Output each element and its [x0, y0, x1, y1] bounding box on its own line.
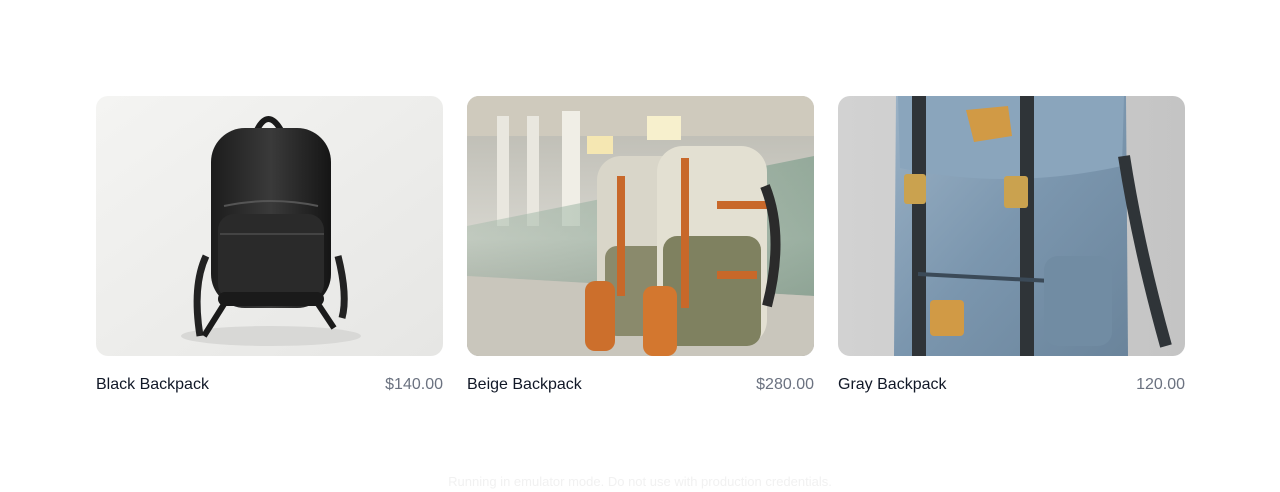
product-name[interactable]: Beige Backpack [467, 375, 582, 395]
emulator-notice: Running in emulator mode. Do not use wit… [448, 474, 832, 489]
product-name[interactable]: Black Backpack [96, 375, 209, 395]
product-meta: Black Backpack $140.00 [96, 375, 443, 395]
product-price: 120.00 [1136, 376, 1185, 393]
product-name[interactable]: Gray Backpack [838, 375, 946, 395]
black-backpack-photo [96, 96, 443, 356]
product-price: $140.00 [385, 376, 443, 393]
product-meta: Gray Backpack 120.00 [838, 375, 1185, 395]
product-price: $280.00 [756, 376, 814, 393]
gray-backpack-photo [838, 96, 1185, 356]
product-image-gray-backpack[interactable] [838, 96, 1185, 356]
product-card-gray-backpack[interactable]: Gray Backpack 120.00 [838, 96, 1185, 395]
beige-backpack-photo [467, 96, 814, 356]
product-image-black-backpack[interactable] [96, 96, 443, 356]
product-card-beige-backpack[interactable]: Beige Backpack $280.00 [467, 96, 814, 395]
product-image-beige-backpack[interactable] [467, 96, 814, 356]
product-grid: Black Backpack $140.00 Beige Backpack $2… [96, 96, 1185, 395]
product-meta: Beige Backpack $280.00 [467, 375, 814, 395]
product-card-black-backpack[interactable]: Black Backpack $140.00 [96, 96, 443, 395]
